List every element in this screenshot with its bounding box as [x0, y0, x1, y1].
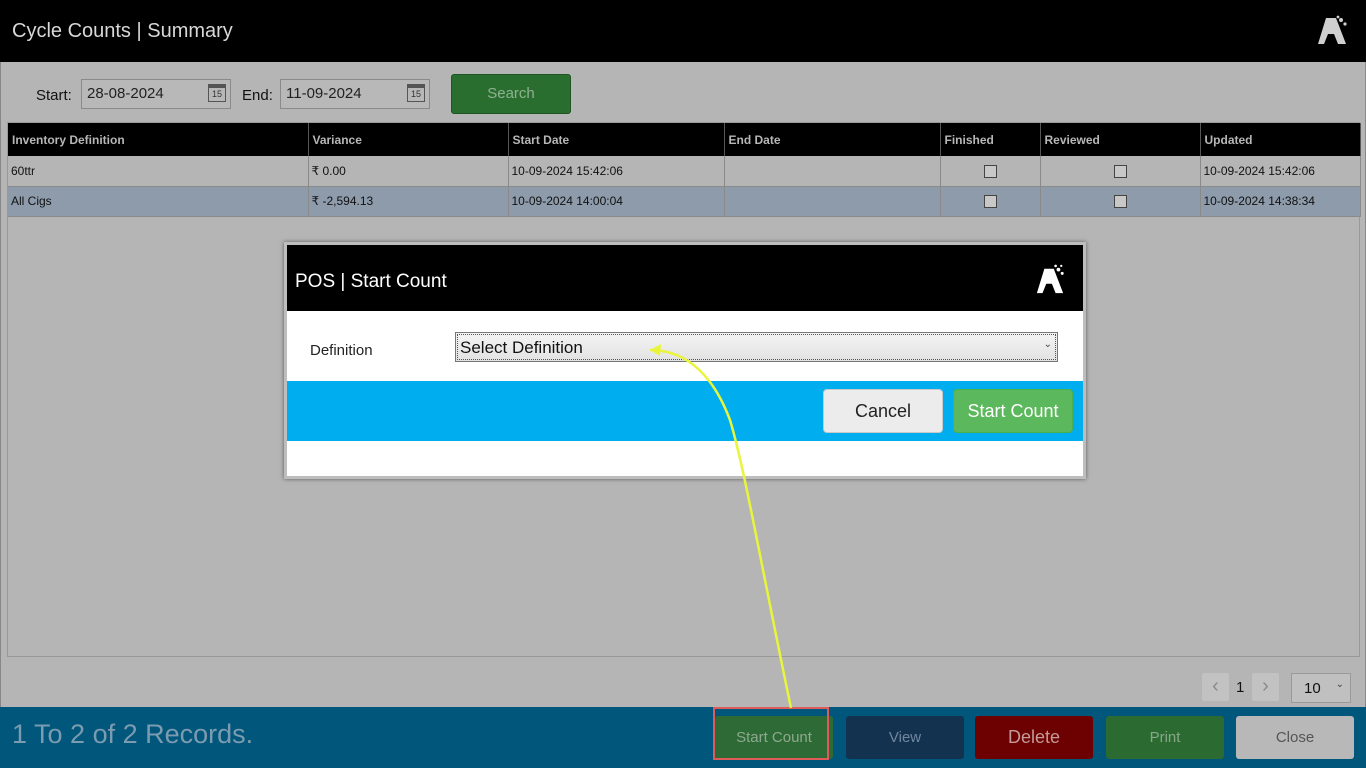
start-date-cell: 10-09-2024 14:00:04 — [508, 186, 725, 217]
next-page-button[interactable]: › — [1252, 673, 1279, 701]
chevron-down-icon: ⌄ — [1335, 679, 1344, 690]
updated-cell: 10-09-2024 15:42:06 — [1200, 156, 1361, 187]
variance-cell: ₹ -2,594.13 — [308, 186, 509, 217]
print-button[interactable]: Print — [1106, 716, 1224, 759]
view-button[interactable]: View — [846, 716, 964, 759]
app-logo-icon — [1318, 15, 1347, 44]
column-header[interactable]: Inventory Definition — [8, 123, 309, 156]
search-button[interactable]: Search — [451, 74, 571, 114]
finished-checkbox[interactable] — [983, 164, 997, 178]
definition-cell: All Cigs — [8, 186, 309, 217]
grid-header-row: Inventory Definition Variance Start Date… — [8, 123, 1361, 156]
column-header[interactable]: Start Date — [508, 123, 725, 156]
definition-select-value: Select Definition — [460, 338, 583, 357]
footer-bar: 1 To 2 of 2 Records. Start Count View De… — [0, 707, 1366, 768]
finished-checkbox[interactable] — [983, 195, 997, 209]
column-header[interactable]: Reviewed — [1040, 123, 1201, 156]
title-bar: Cycle Counts | Summary — [0, 0, 1366, 62]
column-header[interactable]: Variance — [308, 123, 509, 156]
updated-cell: 10-09-2024 14:38:34 — [1200, 186, 1361, 217]
end-date-label: End: — [242, 87, 273, 104]
start-count-highlight-box — [713, 707, 829, 760]
definition-select[interactable]: Select Definition ⌄ — [455, 332, 1058, 362]
reviewed-cell — [1040, 156, 1201, 187]
dialog-title: POS | Start Count — [295, 271, 447, 292]
start-count-confirm-button[interactable]: Start Count — [953, 389, 1073, 433]
cancel-button[interactable]: Cancel — [823, 389, 943, 433]
finished-cell — [940, 186, 1041, 217]
records-count: 1 To 2 of 2 Records. — [12, 719, 254, 749]
start-date-value: 28-08-2024 — [87, 85, 164, 102]
start-date-cell: 10-09-2024 15:42:06 — [508, 156, 725, 187]
definition-cell: 60ttr — [8, 156, 309, 187]
current-page: 1 — [1236, 679, 1245, 696]
column-header[interactable]: Finished — [940, 123, 1041, 156]
table-row[interactable]: 60ttr ₹ 0.00 10-09-2024 15:42:06 10-09-2… — [8, 156, 1361, 187]
end-date-cell — [724, 156, 941, 187]
close-button[interactable]: Close — [1236, 716, 1354, 759]
variance-cell: ₹ 0.00 — [308, 156, 509, 187]
reviewed-checkbox[interactable] — [1113, 195, 1127, 209]
end-date-cell — [724, 186, 941, 217]
reviewed-checkbox[interactable] — [1113, 164, 1127, 178]
app-logo-icon — [1036, 264, 1064, 294]
end-date-field[interactable]: 11-09-2024 15 — [280, 79, 430, 109]
dialog-title-bar: POS | Start Count — [287, 245, 1083, 311]
dialog-button-bar: Cancel Start Count — [287, 381, 1083, 441]
calendar-icon[interactable]: 15 — [208, 84, 226, 102]
prev-page-button[interactable]: ‹ — [1202, 673, 1229, 701]
column-header[interactable]: Updated — [1200, 123, 1361, 156]
page-size-value: 10 — [1304, 680, 1321, 697]
table-row[interactable]: All Cigs ₹ -2,594.13 10-09-2024 14:00:04… — [8, 186, 1361, 217]
window-title: Cycle Counts | Summary — [12, 20, 233, 42]
start-date-field[interactable]: 28-08-2024 15 — [81, 79, 231, 109]
end-date-value: 11-09-2024 — [286, 85, 362, 102]
start-count-dialog: POS | Start Count Definition Select Defi… — [284, 242, 1086, 479]
reviewed-cell — [1040, 186, 1201, 217]
column-header[interactable]: End Date — [724, 123, 941, 156]
calendar-icon[interactable]: 15 — [407, 84, 425, 102]
page-size-select[interactable]: 10 ⌄ — [1291, 673, 1351, 703]
finished-cell — [940, 156, 1041, 187]
definition-label: Definition — [310, 342, 373, 359]
delete-button[interactable]: Delete — [975, 716, 1093, 759]
chevron-down-icon: ⌄ — [1043, 339, 1052, 350]
start-date-label: Start: — [36, 87, 72, 104]
